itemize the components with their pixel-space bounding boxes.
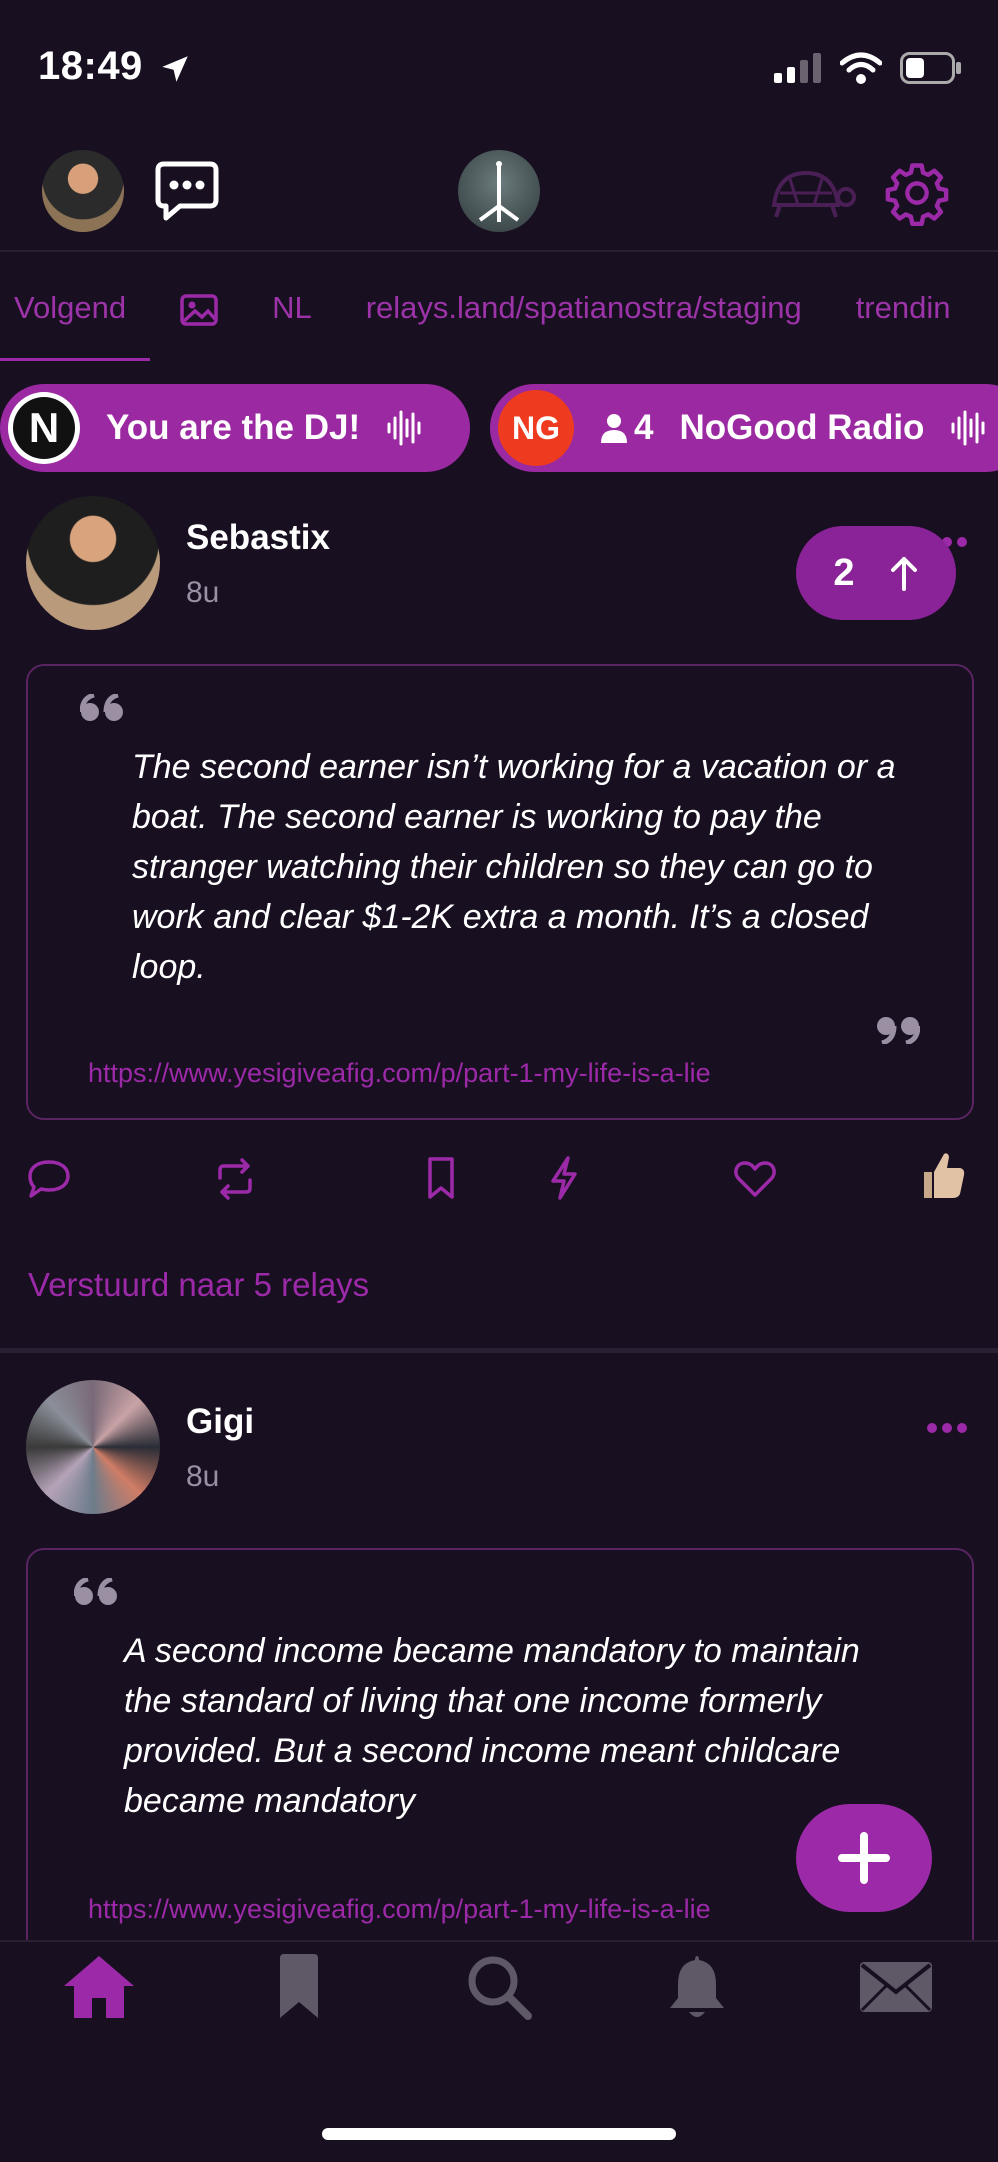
- radio-logo: NG: [498, 390, 574, 466]
- chat-icon[interactable]: [154, 160, 220, 222]
- listener-count: 4: [634, 408, 654, 447]
- sent-status[interactable]: Verstuurd naar 5 relays: [28, 1266, 369, 1304]
- tab-volgend[interactable]: Volgend: [14, 290, 126, 326]
- reply-icon[interactable]: [26, 1158, 72, 1200]
- bookmarks-icon[interactable]: [276, 1954, 322, 2020]
- post-divider: [0, 1348, 998, 1353]
- profile-avatar[interactable]: [42, 150, 124, 232]
- post-author[interactable]: Sebastix: [186, 518, 330, 558]
- tab-relay[interactable]: relays.land/spatianostra/staging: [366, 290, 802, 326]
- mail-icon[interactable]: [858, 1960, 934, 2014]
- arrow-up-icon: [890, 557, 917, 591]
- quote-card[interactable]: The second earner isn’t working for a va…: [26, 664, 974, 1120]
- more-icon[interactable]: [926, 1422, 968, 1434]
- quote-text: A second income became mandatory to main…: [124, 1632, 860, 1820]
- search-icon[interactable]: [466, 1954, 532, 2020]
- quote-link[interactable]: https://www.yesigiveafig.com/p/part-1-my…: [88, 1058, 711, 1089]
- active-tab-indicator: [0, 358, 150, 361]
- dj-logo: N: [8, 392, 80, 464]
- thumbs-up-icon[interactable]: [918, 1150, 966, 1202]
- gear-icon[interactable]: [884, 160, 950, 226]
- battery-icon: [900, 52, 961, 84]
- turtle-icon[interactable]: [760, 165, 856, 221]
- open-quote-icon: [80, 694, 123, 721]
- post-avatar[interactable]: [26, 496, 160, 630]
- upvote-count: 2: [833, 551, 855, 594]
- post-author[interactable]: Gigi: [186, 1402, 254, 1442]
- app-logo[interactable]: [458, 150, 540, 232]
- radio-label: NoGood Radio: [679, 408, 925, 447]
- image-icon: [180, 294, 218, 326]
- person-icon: [601, 414, 627, 443]
- close-quote-icon: [877, 1017, 920, 1044]
- location-arrow-icon: [162, 56, 188, 82]
- repost-icon[interactable]: [212, 1158, 258, 1200]
- home-indicator[interactable]: [322, 2128, 676, 2140]
- heart-icon[interactable]: [734, 1160, 776, 1198]
- new-post-button[interactable]: [796, 1804, 932, 1912]
- quote-text: The second earner isn’t working for a va…: [132, 748, 896, 986]
- dj-logo-text: N: [13, 397, 75, 459]
- status-time: 18:49: [38, 44, 143, 88]
- tab-trending[interactable]: trendin: [856, 290, 951, 326]
- feed-tabs: Volgend NL relays.land/spatianostra/stag…: [0, 280, 998, 336]
- wifi-icon: [840, 52, 882, 84]
- audio-wave-icon: [951, 410, 985, 446]
- status-indicators: [774, 52, 962, 84]
- quote-link[interactable]: https://www.yesigiveafig.com/p/part-1-my…: [88, 1894, 711, 1925]
- dj-pill-you[interactable]: N You are the DJ!: [0, 384, 470, 472]
- post-avatar[interactable]: [26, 1380, 160, 1514]
- bookmark-icon[interactable]: [426, 1156, 456, 1200]
- zap-icon[interactable]: [548, 1156, 580, 1200]
- dj-pill-nogood-radio[interactable]: NG 4 NoGood Radio: [490, 384, 998, 472]
- tab-media[interactable]: [180, 290, 218, 326]
- upvote-button[interactable]: 2: [796, 526, 956, 620]
- open-quote-icon: [74, 1578, 117, 1605]
- tab-nl[interactable]: NL: [272, 290, 312, 326]
- signal-icon: [774, 53, 821, 83]
- dj-pill-label: You are the DJ!: [106, 408, 361, 447]
- audio-wave-icon: [387, 410, 421, 446]
- post-time: 8u: [186, 1460, 220, 1493]
- post-time: 8u: [186, 576, 220, 609]
- header-divider: [0, 250, 998, 252]
- plus-icon: [838, 1832, 890, 1884]
- bell-icon[interactable]: [666, 1954, 728, 2020]
- home-icon[interactable]: [62, 1954, 136, 2020]
- logo-icon: [478, 161, 520, 222]
